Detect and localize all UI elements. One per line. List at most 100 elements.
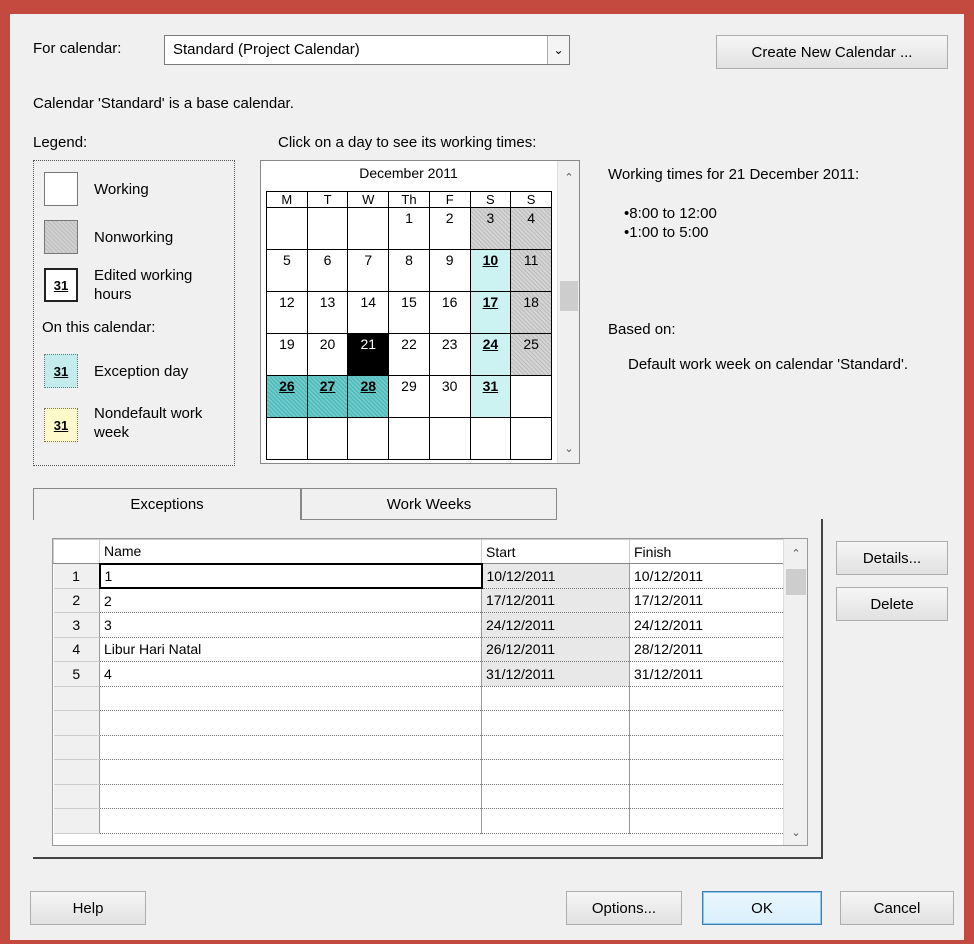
exception-start-cell[interactable] (481, 808, 630, 834)
exception-start-cell[interactable] (481, 686, 630, 711)
calendar-day[interactable]: 21 (347, 333, 390, 376)
exception-name-cell[interactable] (99, 808, 482, 834)
create-new-calendar-button[interactable]: Create New Calendar ... (716, 35, 948, 69)
exception-finish-cell[interactable]: 31/12/2011 (629, 661, 786, 687)
tab-work-weeks[interactable]: Work Weeks (301, 488, 557, 520)
calendar-day[interactable] (347, 417, 390, 460)
chevron-down-icon[interactable]: ⌄ (784, 826, 807, 839)
calendar-day[interactable]: 12 (266, 291, 308, 334)
table-row[interactable] (53, 808, 786, 834)
exception-name-cell[interactable]: Libur Hari Natal (99, 637, 482, 662)
chevron-up-icon[interactable]: ⌃ (784, 547, 807, 560)
calendar-day[interactable]: 10 (469, 249, 512, 292)
table-row[interactable]: 3 3 24/12/2011 24/12/2011 (53, 612, 786, 638)
exception-name-cell[interactable]: 4 (99, 661, 482, 687)
calendar-day[interactable] (428, 417, 471, 460)
exception-name-cell[interactable]: 2 (99, 588, 482, 613)
exception-finish-cell[interactable] (629, 735, 786, 760)
calendar-day[interactable]: 24 (469, 333, 512, 376)
exception-start-cell[interactable]: 31/12/2011 (481, 661, 630, 687)
exception-finish-cell[interactable]: 10/12/2011 (629, 563, 786, 589)
options-button[interactable]: Options... (566, 891, 682, 925)
calendar-day[interactable]: 26 (266, 375, 308, 418)
calendar-day[interactable]: 1 (388, 207, 430, 250)
chevron-down-icon[interactable]: ⌄ (547, 36, 569, 64)
calendar-day[interactable]: 27 (306, 375, 349, 418)
calendar-day[interactable] (469, 417, 512, 460)
calendar-select[interactable]: Standard (Project Calendar) ⌄ (164, 35, 570, 65)
column-header-finish[interactable]: Finish (629, 539, 786, 564)
calendar-day[interactable] (510, 375, 552, 418)
exception-finish-cell[interactable] (629, 686, 786, 711)
calendar-day[interactable]: 9 (428, 249, 471, 292)
cancel-button[interactable]: Cancel (840, 891, 954, 925)
calendar-day[interactable]: 8 (388, 249, 430, 292)
calendar-scrollbar[interactable]: ⌃ ⌄ (557, 161, 579, 463)
calendar-day[interactable]: 30 (428, 375, 471, 418)
calendar-day[interactable]: 15 (388, 291, 430, 334)
help-button[interactable]: Help (30, 891, 146, 925)
calendar-day[interactable]: 18 (510, 291, 552, 334)
calendar-day[interactable]: 20 (306, 333, 349, 376)
calendar-day[interactable]: 19 (266, 333, 308, 376)
exception-start-cell[interactable]: 26/12/2011 (481, 637, 630, 662)
exception-finish-cell[interactable] (629, 808, 786, 834)
calendar-day[interactable] (266, 417, 308, 460)
calendar-day[interactable]: 28 (347, 375, 390, 418)
calendar-day[interactable]: 31 (469, 375, 512, 418)
table-row[interactable] (53, 735, 786, 760)
exception-start-cell[interactable] (481, 735, 630, 760)
exception-finish-cell[interactable] (629, 710, 786, 736)
grid-scroll-thumb[interactable] (786, 569, 806, 595)
exception-finish-cell[interactable]: 17/12/2011 (629, 588, 786, 613)
calendar-day[interactable]: 5 (266, 249, 308, 292)
exception-name-cell[interactable]: 1 (98, 562, 483, 589)
exceptions-grid[interactable]: Name Start Finish 1 1 10/12/2011 10/12/2011… (52, 538, 808, 846)
exception-name-cell[interactable] (99, 735, 482, 760)
exception-start-cell[interactable]: 17/12/2011 (481, 588, 630, 613)
exception-name-cell[interactable] (99, 784, 482, 809)
exception-name-cell[interactable]: 3 (99, 612, 482, 638)
table-row[interactable] (53, 686, 786, 711)
calendar-day[interactable]: 13 (306, 291, 349, 334)
calendar-day[interactable]: 3 (469, 207, 512, 250)
exception-start-cell[interactable] (481, 784, 630, 809)
delete-button[interactable]: Delete (836, 587, 948, 621)
calendar-day[interactable]: 25 (510, 333, 552, 376)
calendar-day[interactable] (388, 417, 430, 460)
chevron-down-icon[interactable]: ⌄ (558, 442, 580, 455)
calendar-day[interactable]: 29 (388, 375, 430, 418)
calendar-day[interactable]: 6 (306, 249, 349, 292)
table-row[interactable]: 2 2 17/12/2011 17/12/2011 (53, 588, 786, 613)
calendar-day[interactable]: 23 (428, 333, 471, 376)
exception-finish-cell[interactable] (629, 784, 786, 809)
table-row[interactable]: 4 Libur Hari Natal 26/12/2011 28/12/2011 (53, 637, 786, 662)
exception-start-cell[interactable] (481, 710, 630, 736)
calendar-day[interactable] (306, 207, 349, 250)
chevron-up-icon[interactable]: ⌃ (558, 171, 580, 184)
calendar-day[interactable]: 7 (347, 249, 390, 292)
calendar-day[interactable]: 2 (428, 207, 471, 250)
calendar-day[interactable]: 17 (469, 291, 512, 334)
exception-start-cell[interactable] (481, 759, 630, 785)
table-row[interactable] (53, 710, 786, 736)
table-row[interactable] (53, 784, 786, 809)
exception-name-cell[interactable] (99, 686, 482, 711)
exception-finish-cell[interactable]: 24/12/2011 (629, 612, 786, 638)
exception-start-cell[interactable]: 10/12/2011 (481, 563, 630, 589)
calendar-day[interactable]: 16 (428, 291, 471, 334)
calendar-day[interactable]: 11 (510, 249, 552, 292)
calendar-day[interactable] (266, 207, 308, 250)
month-calendar[interactable]: December 2011 M T W Th F S S 1 2 3 4 5 6 7 8 9 10 11 12 13… (260, 160, 580, 464)
calendar-scroll-thumb[interactable] (560, 281, 578, 311)
tab-exceptions[interactable]: Exceptions (33, 488, 301, 520)
calendar-day[interactable]: 22 (388, 333, 430, 376)
calendar-day[interactable] (347, 207, 390, 250)
exception-start-cell[interactable]: 24/12/2011 (481, 612, 630, 638)
calendar-day[interactable]: 4 (510, 207, 552, 250)
calendar-day[interactable]: 14 (347, 291, 390, 334)
exception-finish-cell[interactable] (629, 759, 786, 785)
details-button[interactable]: Details... (836, 541, 948, 575)
ok-button[interactable]: OK (702, 891, 822, 925)
column-header-start[interactable]: Start (481, 539, 630, 564)
